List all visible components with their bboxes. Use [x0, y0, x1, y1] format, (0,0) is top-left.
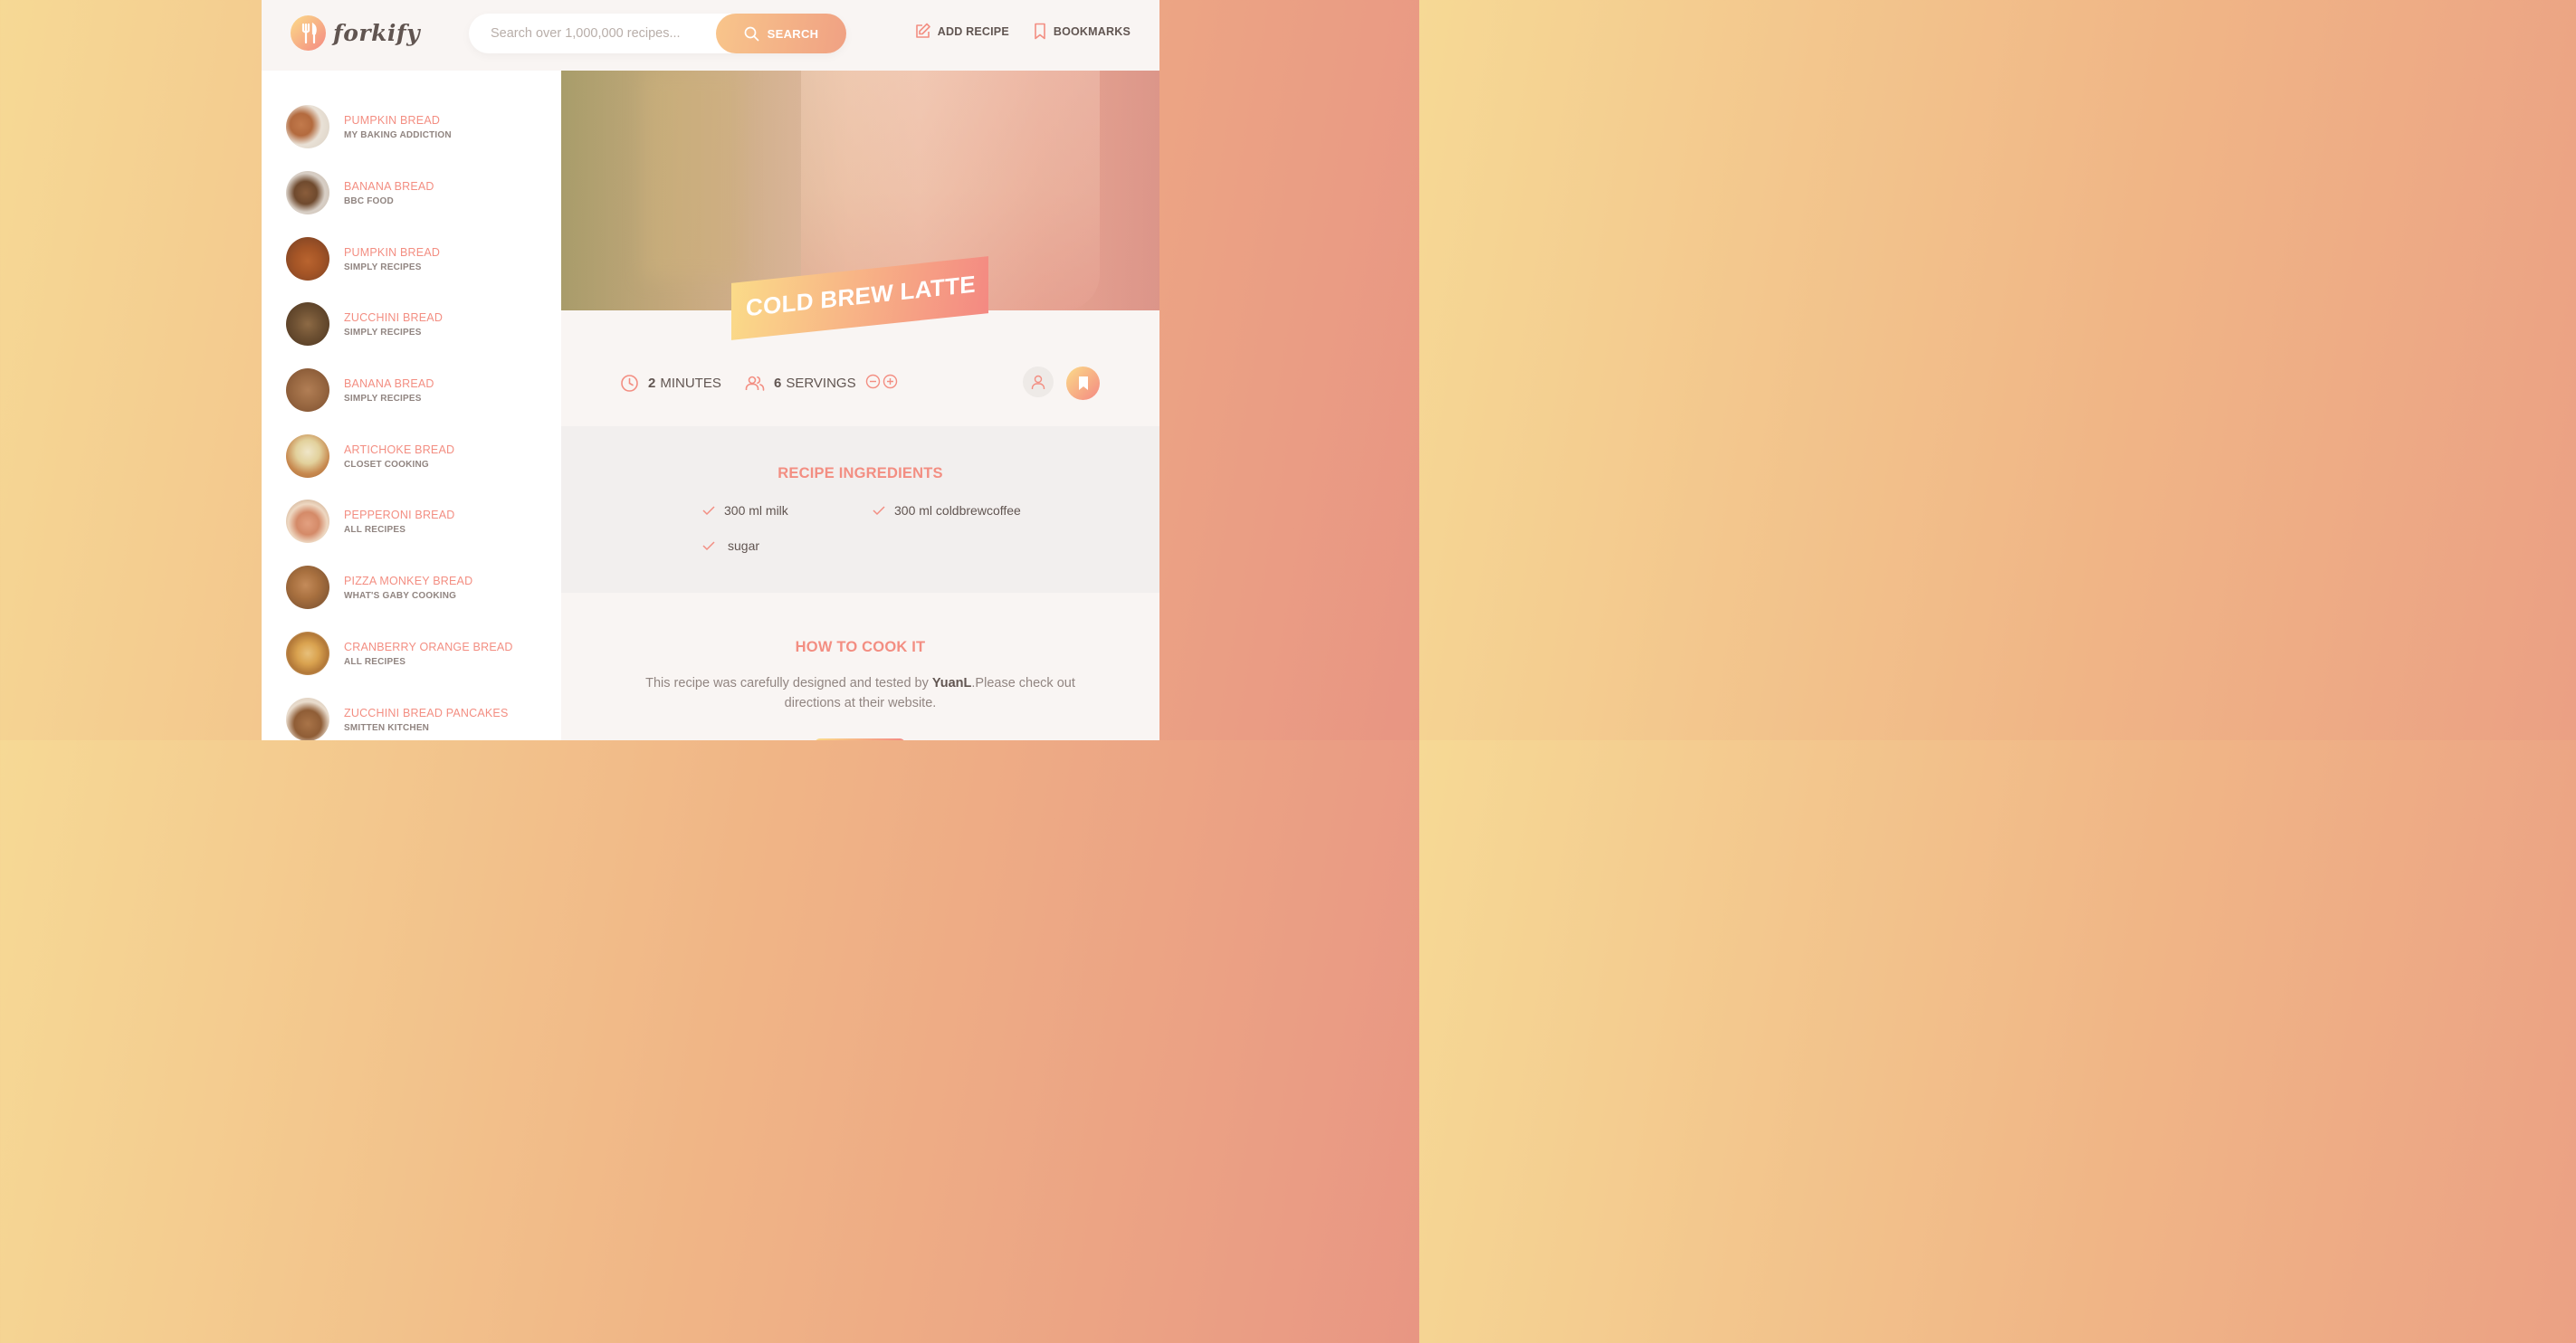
- result-title: PUMPKIN BREAD: [344, 246, 441, 259]
- search-results: PUMPKIN BREAD MY BAKING ADDICTION BANANA…: [262, 71, 561, 740]
- bookmark-button[interactable]: [1066, 367, 1100, 400]
- logo-text: forkify: [333, 20, 421, 46]
- recipe-thumbnail: [286, 566, 329, 609]
- result-title: ZUCCHINI BREAD PANCAKES: [344, 707, 509, 719]
- result-publisher: SIMPLY RECIPES: [344, 328, 422, 338]
- recipe-thumbnail: [286, 105, 329, 148]
- users-icon: [745, 376, 765, 391]
- add-recipe-label: ADD RECIPE: [937, 24, 1009, 38]
- decrease-servings-button[interactable]: [865, 374, 881, 393]
- bookmark-icon: [1035, 23, 1045, 40]
- recipe-thumbnail: [286, 171, 329, 214]
- minus-circle-icon: [865, 374, 880, 389]
- result-item[interactable]: ARTICHOKE BREAD CLOSET COOKING: [286, 433, 549, 479]
- result-item[interactable]: ZUCCHINI BREAD PANCAKES SMITTEN KITCHEN: [286, 697, 549, 740]
- check-icon: [702, 506, 715, 516]
- directions-text: This recipe was carefully designed and t…: [643, 673, 1078, 713]
- result-title: CRANBERRY ORANGE BREAD: [344, 641, 513, 653]
- result-title: BANANA BREAD: [344, 377, 434, 390]
- search-input[interactable]: [491, 14, 708, 53]
- result-title: PUMPKIN BREAD: [344, 114, 441, 127]
- ingredient-text: 300 ml coldbrewcoffee: [894, 503, 1021, 518]
- minutes-value: 2: [648, 376, 656, 391]
- result-title: ARTICHOKE BREAD: [344, 443, 455, 456]
- result-publisher: SIMPLY RECIPES: [344, 394, 422, 404]
- check-icon: [873, 506, 885, 516]
- ingredient-text: sugar: [728, 538, 760, 553]
- add-recipe-button[interactable]: ADD RECIPE: [914, 23, 1009, 40]
- user-icon: [1031, 375, 1045, 389]
- user-generated-badge: [1023, 367, 1054, 397]
- result-title: PIZZA MONKEY BREAD: [344, 575, 473, 587]
- directions-section: HOW TO COOK IT This recipe was carefully…: [561, 593, 1159, 740]
- increase-servings-button[interactable]: [883, 374, 898, 393]
- recipe-publisher: YuanL: [931, 676, 972, 691]
- result-title: PEPPERONI BREAD: [344, 509, 455, 521]
- search-icon: [744, 26, 758, 41]
- ingredient-item: sugar: [702, 538, 759, 553]
- result-publisher: CLOSET COOKING: [344, 460, 429, 470]
- recipe-view: COLD BREW LATTE 2 MINUTES 6 SERVINGS REC…: [561, 71, 1159, 740]
- fork-knife-icon: [291, 15, 326, 51]
- header: forkify SEARCH ADD RECIPE: [262, 0, 1159, 71]
- servings-value: 6: [774, 376, 782, 391]
- recipe-thumbnail: [286, 368, 329, 412]
- plus-circle-icon: [883, 374, 897, 389]
- recipe-thumbnail: [286, 500, 329, 543]
- recipe-thumbnail: [286, 302, 329, 346]
- recipe-thumbnail: [286, 434, 329, 478]
- result-publisher: SIMPLY RECIPES: [344, 262, 422, 272]
- search-form: SEARCH: [469, 14, 846, 53]
- result-publisher: WHAT'S GABY COOKING: [344, 591, 457, 601]
- ingredients-section: RECIPE INGREDIENTS 300 ml milk 300 ml co…: [561, 426, 1159, 593]
- result-publisher: MY BAKING ADDICTION: [344, 130, 452, 140]
- ingredient-item: 300 ml coldbrewcoffee: [873, 503, 1021, 518]
- result-publisher: BBC FOOD: [344, 196, 394, 206]
- result-item[interactable]: ZUCCHINI BREAD SIMPLY RECIPES: [286, 301, 549, 347]
- ingredients-title: RECIPE INGREDIENTS: [778, 465, 943, 481]
- bookmarks-label: BOOKMARKS: [1053, 24, 1131, 38]
- cooking-time: 2 MINUTES: [620, 374, 721, 393]
- servings: 6 SERVINGS: [745, 374, 898, 393]
- directions-title: HOW TO COOK IT: [795, 639, 926, 655]
- result-title: BANANA BREAD: [344, 180, 434, 193]
- servings-label: SERVINGS: [786, 376, 856, 391]
- directions-pre: This recipe was carefully designed and t…: [645, 676, 932, 691]
- logo[interactable]: forkify: [291, 15, 420, 51]
- minutes-label: MINUTES: [660, 376, 721, 391]
- ingredient-item: 300 ml milk: [702, 503, 788, 518]
- ingredient-text: 300 ml milk: [724, 503, 788, 518]
- check-icon: [702, 541, 715, 551]
- recipe-details: 2 MINUTES 6 SERVINGS: [561, 310, 1159, 426]
- result-publisher: ALL RECIPES: [344, 657, 406, 667]
- nav: ADD RECIPE BOOKMARKS: [914, 23, 1131, 40]
- edit-icon: [915, 23, 930, 38]
- servings-stepper: [865, 374, 898, 393]
- app-container: forkify SEARCH ADD RECIPE: [262, 0, 1159, 740]
- result-item[interactable]: CRANBERRY ORANGE BREAD ALL RECIPES: [286, 631, 549, 676]
- result-publisher: SMITTEN KITCHEN: [344, 723, 430, 733]
- directions-button[interactable]: [815, 738, 905, 740]
- result-item[interactable]: PIZZA MONKEY BREAD WHAT'S GABY COOKING: [286, 565, 549, 610]
- result-item[interactable]: BANANA BREAD BBC FOOD: [286, 170, 549, 215]
- search-button-label: SEARCH: [767, 26, 819, 41]
- recipe-thumbnail: [286, 698, 329, 740]
- bookmarks-button[interactable]: BOOKMARKS: [1033, 23, 1131, 40]
- result-item[interactable]: BANANA BREAD SIMPLY RECIPES: [286, 367, 549, 413]
- result-item[interactable]: PEPPERONI BREAD ALL RECIPES: [286, 499, 549, 544]
- clock-icon: [621, 375, 638, 392]
- result-item[interactable]: PUMPKIN BREAD SIMPLY RECIPES: [286, 236, 549, 281]
- recipe-thumbnail: [286, 237, 329, 281]
- search-button[interactable]: SEARCH: [716, 14, 846, 53]
- result-publisher: ALL RECIPES: [344, 525, 406, 535]
- recipe-thumbnail: [286, 632, 329, 675]
- result-title: ZUCCHINI BREAD: [344, 311, 444, 324]
- bookmark-filled-icon: [1078, 376, 1088, 390]
- result-item[interactable]: PUMPKIN BREAD MY BAKING ADDICTION: [286, 104, 549, 149]
